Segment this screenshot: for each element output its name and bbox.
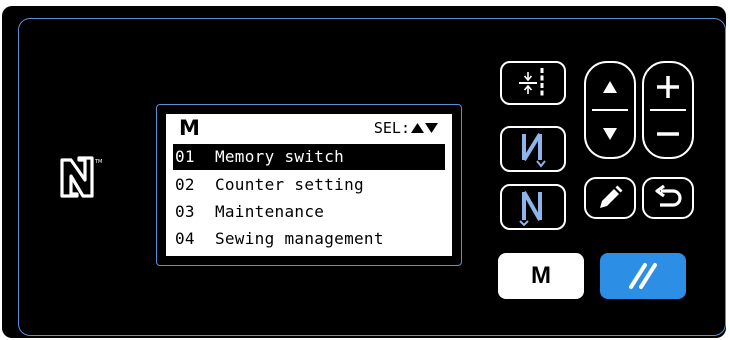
menu-item-label: Memory switch (214, 147, 345, 166)
return-button[interactable] (642, 177, 694, 219)
menu-item-number: 01 (175, 147, 195, 166)
lcd-screen: M SEL: 01 Memory switch 02 Counter setti… (166, 114, 452, 256)
menu-item-number: 03 (175, 202, 195, 221)
down-button[interactable] (586, 110, 634, 157)
needle-n-icon (519, 191, 542, 226)
triangle-up-icon (411, 123, 424, 133)
reverse-needle-icon (522, 132, 546, 168)
needle-position-button[interactable] (500, 61, 566, 105)
needle-position-icon (519, 68, 544, 98)
reset-slash-icon (629, 263, 657, 289)
triangle-up-icon (603, 80, 617, 93)
menu-item-memory-switch[interactable]: 01 Memory switch (173, 144, 445, 170)
reverse-needle-button[interactable] (500, 126, 566, 172)
edit-button[interactable] (584, 177, 636, 219)
sel-label: SEL: (373, 119, 410, 137)
pencil-icon (600, 185, 623, 208)
menu-item-label: Sewing management (214, 229, 384, 248)
minus-icon (657, 131, 679, 136)
m-button[interactable]: M (498, 253, 584, 299)
up-button[interactable] (586, 63, 634, 110)
return-arrow-icon (655, 184, 682, 207)
svg-text:TM: TM (94, 159, 102, 165)
lcd-title: M (179, 116, 200, 140)
menu-item-maintenance[interactable]: 03 Maintenance (173, 199, 445, 225)
lcd-select-indicator: SEL: (374, 120, 438, 136)
menu-item-number: 02 (175, 175, 195, 194)
up-down-button-group (584, 61, 636, 159)
menu-item-label: Maintenance (214, 202, 325, 221)
reset-button[interactable] (600, 253, 686, 299)
nfc-n-mark-icon: TM (58, 154, 102, 200)
menu-item-counter-setting[interactable]: 02 Counter setting (173, 172, 445, 198)
minus-button[interactable] (644, 110, 692, 157)
plus-icon (657, 75, 679, 98)
plus-button[interactable] (644, 63, 692, 110)
menu-item-sewing-management[interactable]: 04 Sewing management (173, 226, 445, 252)
menu-item-label: Counter setting (214, 175, 364, 194)
triangle-down-icon (425, 123, 438, 133)
plus-minus-button-group (642, 61, 694, 159)
triangle-down-icon (603, 127, 617, 140)
menu-item-number: 04 (175, 229, 195, 248)
needle-n-button[interactable] (500, 184, 566, 230)
